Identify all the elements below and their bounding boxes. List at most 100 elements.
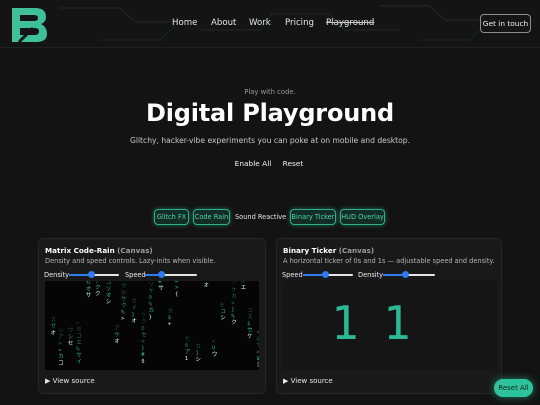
density-label: Density	[358, 271, 384, 279]
rain-glyph: 1	[196, 351, 199, 357]
rain-glyph: サ	[121, 296, 127, 303]
rain-glyph: <	[231, 300, 235, 306]
rain-glyph: コ	[76, 333, 82, 340]
rain-glyph: ク	[95, 291, 101, 298]
rain-glyph: <	[141, 339, 145, 345]
site-header: Home About Work Pricing Playground Get i…	[0, 0, 540, 48]
rain-glyph: ス	[247, 314, 253, 321]
rain-glyph: セ	[141, 332, 147, 339]
rain-glyph: >	[76, 321, 80, 327]
rain-glyph: }	[149, 314, 152, 320]
rain-glyph: コ	[247, 307, 253, 314]
rain-glyph: エ	[76, 339, 82, 346]
nav-home[interactable]: Home	[172, 18, 197, 28]
rain-glyph: ク	[95, 284, 101, 291]
rain-glyph: >	[256, 349, 259, 355]
rain-glyph: *	[121, 281, 124, 283]
rain-glyph: サ	[114, 332, 120, 339]
rain-glyph: >	[121, 316, 125, 322]
rain-glyph: =	[58, 348, 62, 354]
page-title: Digital Playground	[146, 99, 394, 127]
matrix-code-rain-card: Matrix Code-Rain (Canvas) Density and sp…	[38, 238, 266, 394]
reset-all-button[interactable]: Reset All	[494, 379, 533, 397]
rain-glyph: 0	[220, 302, 223, 308]
rain-glyph: サ	[158, 285, 164, 292]
filter-glitch-fx[interactable]: Glitch FX	[154, 209, 189, 225]
rain-glyph: >	[58, 341, 62, 347]
rain-glyph: ク	[121, 302, 127, 309]
rain-glyph: #	[141, 352, 145, 358]
code-rain-glyphs: オサスコカ=>アシセシウイサ%エコセ>サオセククアシオソコオサア>%クサシサ*オ…	[51, 281, 260, 368]
rain-glyph: ソ	[106, 287, 112, 293]
rain-glyph: }	[141, 346, 144, 352]
disclosure-triangle-icon: ▶	[45, 377, 51, 385]
rain-glyph: ク	[141, 319, 147, 326]
rain-glyph: 0	[212, 346, 215, 352]
reset-button[interactable]: Reset	[280, 156, 306, 172]
rain-glyph: オ	[51, 329, 57, 336]
view-source-toggle[interactable]: ▶ View source	[283, 377, 333, 385]
rain-glyph: カ	[231, 293, 237, 300]
rain-glyph: キ	[241, 281, 247, 284]
card-description: A horizontal ticker of 0s and 1s — adjus…	[283, 257, 495, 265]
speed-slider[interactable]	[303, 271, 353, 278]
rain-glyph: ア	[231, 281, 237, 287]
filter-sound-reactive[interactable]: Sound Reactive	[234, 209, 286, 225]
rain-glyph: 0	[141, 326, 144, 332]
density-slider[interactable]	[383, 271, 435, 278]
rain-glyph: $	[256, 356, 259, 362]
rain-glyph: シ	[121, 290, 127, 296]
rain-glyph: カ	[196, 343, 202, 350]
rain-glyph: ア	[185, 348, 191, 355]
rain-glyph: シ	[220, 315, 226, 321]
binary-ticker-card: Binary Ticker (Canvas) A horizontal tick…	[276, 238, 502, 394]
filter-binary-ticker[interactable]: Binary Ticker	[290, 209, 336, 225]
rain-glyph: オ	[106, 292, 112, 299]
rain-glyph: ケ	[141, 312, 147, 319]
rain-glyph: %	[76, 347, 80, 353]
rain-glyph: コ	[106, 281, 112, 286]
nav-pricing[interactable]: Pricing	[285, 18, 314, 28]
rain-glyph: セ	[68, 340, 74, 347]
nav-about[interactable]: About	[211, 18, 236, 28]
density-slider[interactable]	[69, 271, 119, 278]
speed-slider[interactable]	[145, 271, 197, 278]
nav-work[interactable]: Work	[249, 18, 271, 28]
rain-glyph: %	[231, 313, 235, 319]
rain-glyph: サ	[76, 352, 82, 359]
rain-glyph: コ	[58, 360, 64, 367]
rain-glyph: サ	[51, 323, 57, 330]
filter-hud-overlay[interactable]: HUD Overlay	[340, 209, 385, 225]
enable-all-button[interactable]: Enable All	[233, 156, 273, 172]
rain-glyph: %	[149, 301, 153, 307]
code-rain-canvas[interactable]: オサスコカ=>アシセシウイサ%エコセ>サオセククアシオソコオサア>%クサシサ*オ…	[45, 281, 259, 370]
rain-glyph: $	[247, 321, 250, 327]
nav-playground[interactable]: Playground	[326, 18, 374, 28]
rain-glyph: ア	[95, 281, 101, 285]
rain-glyph: &	[256, 336, 259, 342]
rain-glyph: ス	[51, 316, 57, 323]
view-source-toggle[interactable]: ▶ View source	[45, 377, 95, 385]
rain-glyph: ケ	[231, 286, 237, 293]
rain-glyph: ク	[231, 319, 237, 326]
rain-glyph: カ	[168, 308, 174, 315]
rain-glyph: }	[231, 307, 234, 313]
card-description: Density and speed controls. Lazy-inits w…	[45, 257, 216, 265]
rain-glyph: オ	[204, 282, 210, 289]
rain-glyph: #	[158, 281, 162, 285]
rain-glyph: サ	[86, 292, 92, 299]
speed-label: Speed	[125, 271, 146, 279]
get-in-touch-button[interactable]: Get in touch	[480, 14, 531, 33]
rain-glyph: ケ	[149, 287, 155, 294]
rain-glyph: }	[131, 312, 134, 318]
binary-ticker-canvas[interactable]: 1 1	[283, 281, 497, 370]
card-title: Binary Ticker (Canvas)	[283, 246, 375, 255]
rain-glyph: シ	[58, 328, 64, 334]
density-label: Density	[44, 271, 70, 279]
rain-glyph: シ	[196, 357, 202, 363]
rain-glyph: イ	[76, 360, 82, 366]
rain-glyph: <	[212, 339, 216, 345]
rain-glyph: {	[175, 292, 178, 298]
brand-logo[interactable]	[9, 5, 51, 45]
filter-code-rain[interactable]: Code Rain	[193, 209, 230, 225]
